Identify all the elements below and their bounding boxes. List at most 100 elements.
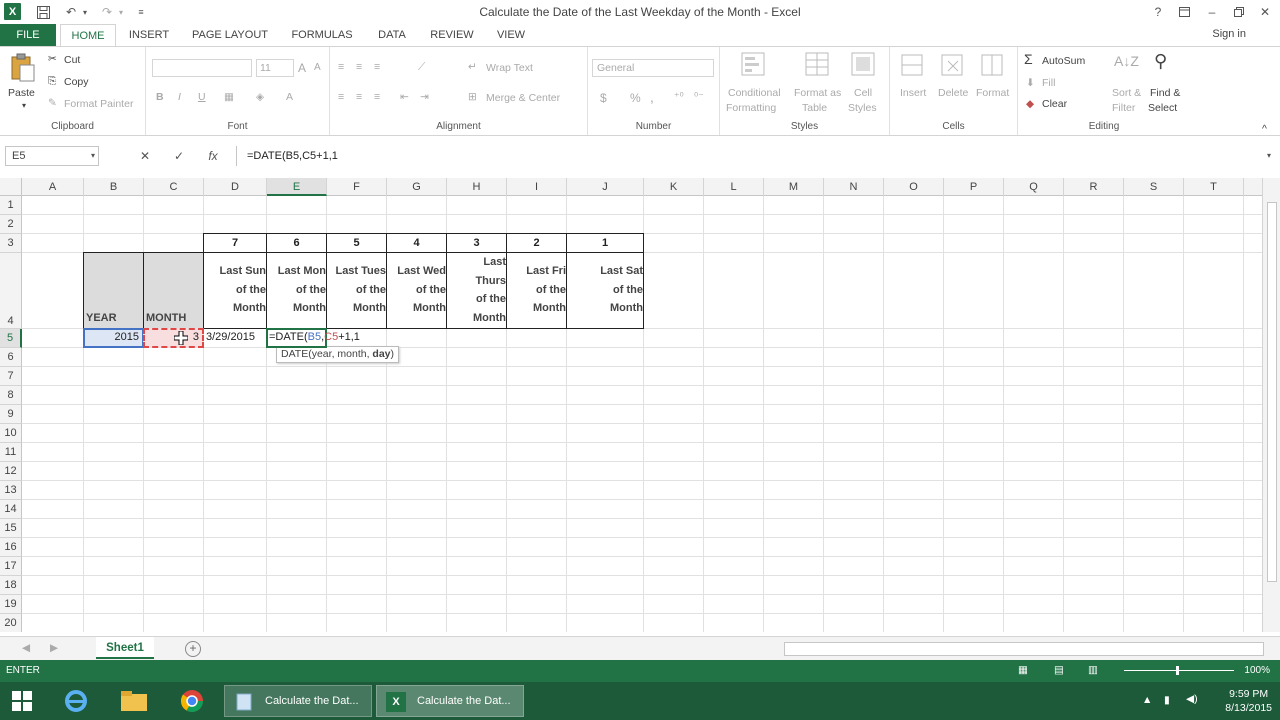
fill-button[interactable]: Fill: [1042, 77, 1055, 89]
collapse-ribbon-icon[interactable]: ^: [1262, 123, 1267, 135]
column-header-t[interactable]: T: [1184, 178, 1244, 196]
tab-formulas[interactable]: FORMULAS: [284, 24, 360, 46]
minimize-icon[interactable]: –: [1201, 2, 1223, 22]
align-left-icon[interactable]: ≡: [338, 91, 344, 103]
row-header-20[interactable]: 20: [0, 614, 22, 632]
weekday-number-cell[interactable]: 4: [386, 233, 447, 253]
column-header-r[interactable]: R: [1064, 178, 1124, 196]
align-top-icon[interactable]: ≡: [338, 61, 344, 73]
tab-view[interactable]: VIEW: [490, 24, 532, 46]
weekday-label-cell[interactable]: Last Fri of the Month: [506, 252, 567, 329]
weekday-number-cell[interactable]: 5: [326, 233, 387, 253]
weekday-label-cell[interactable]: Last Mon of the Month: [266, 252, 327, 329]
sort-filter-icon[interactable]: A↓Z: [1114, 53, 1139, 69]
customize-qat-icon[interactable]: ≡: [132, 3, 150, 21]
increase-decimal-icon[interactable]: ⁺⁰: [674, 91, 684, 103]
column-header-e[interactable]: E: [267, 178, 327, 196]
row-header-6[interactable]: 6: [0, 348, 22, 367]
expand-formula-bar-icon[interactable]: ▾: [1260, 147, 1278, 165]
page-layout-view-icon[interactable]: ▤: [1054, 664, 1064, 676]
formula-input[interactable]: =DATE(B5,C5+1,1: [236, 146, 1276, 166]
select-all-corner[interactable]: [0, 178, 22, 196]
conditional-formatting-button-2[interactable]: Formatting: [726, 102, 776, 114]
e5-active-cell[interactable]: =DATE(B5,C5+1,1: [266, 328, 360, 348]
tray-arrow-icon[interactable]: ▲: [1142, 694, 1152, 706]
column-header-a[interactable]: A: [22, 178, 84, 196]
weekday-number-cell[interactable]: 1: [566, 233, 644, 253]
row-header-18[interactable]: 18: [0, 576, 22, 595]
close-icon[interactable]: ✕: [1254, 2, 1276, 22]
row-header-17[interactable]: 17: [0, 557, 22, 576]
underline-button[interactable]: U: [198, 91, 206, 103]
column-header-k[interactable]: K: [644, 178, 704, 196]
weekday-label-cell[interactable]: Last Wed of the Month: [386, 252, 447, 329]
row-header-19[interactable]: 19: [0, 595, 22, 614]
conditional-formatting-button[interactable]: Conditional: [728, 87, 781, 99]
ribbon-display-icon[interactable]: [1173, 2, 1195, 22]
row-header-8[interactable]: 8: [0, 386, 22, 405]
year-header-cell[interactable]: YEAR: [83, 252, 144, 329]
find-select-icon[interactable]: ⚲: [1154, 51, 1167, 72]
format-as-table-icon[interactable]: [804, 51, 832, 79]
insert-cells-icon[interactable]: [900, 51, 928, 79]
column-header-d[interactable]: D: [204, 178, 267, 196]
increase-indent-icon[interactable]: ⇥: [420, 91, 429, 103]
row-header-13[interactable]: 13: [0, 481, 22, 500]
weekday-number-cell[interactable]: 3: [446, 233, 507, 253]
tab-page-layout[interactable]: PAGE LAYOUT: [186, 24, 274, 46]
fill-color-icon[interactable]: ◈: [256, 91, 264, 103]
find-select-button[interactable]: Find &: [1150, 87, 1180, 99]
column-header-b[interactable]: B: [84, 178, 144, 196]
column-header-p[interactable]: P: [944, 178, 1004, 196]
cell-styles-icon[interactable]: [850, 51, 878, 79]
font-size-dropdown[interactable]: 11: [256, 59, 294, 77]
decrease-decimal-icon[interactable]: ⁰⁻: [694, 91, 704, 103]
volume-icon[interactable]: ◀): [1186, 693, 1198, 705]
column-header-j[interactable]: J: [567, 178, 644, 196]
internet-explorer-icon[interactable]: [56, 686, 96, 716]
row-header-11[interactable]: 11: [0, 443, 22, 462]
bold-button[interactable]: B: [156, 91, 164, 103]
next-sheet-icon[interactable]: ▶: [50, 642, 58, 654]
autosum-button[interactable]: AutoSum: [1042, 55, 1085, 67]
format-as-table-button[interactable]: Format as: [794, 87, 841, 99]
year-value-cell[interactable]: 2015: [83, 328, 144, 348]
network-icon[interactable]: ▮: [1164, 694, 1170, 706]
column-header-f[interactable]: F: [327, 178, 387, 196]
tab-file[interactable]: FILE: [0, 24, 56, 46]
column-header-o[interactable]: O: [884, 178, 944, 196]
paste-dropdown-icon[interactable]: ▾: [22, 101, 26, 110]
merge-center-icon[interactable]: ⊞: [468, 91, 477, 103]
worksheet-grid[interactable]: ABCDEFGHIJKLMNOPQRST 1 2 3 4 5 6 7 8 9 10 11 12 13 14…: [0, 178, 1262, 632]
sort-filter-button[interactable]: Sort &: [1112, 87, 1141, 99]
row-header-7[interactable]: 7: [0, 367, 22, 386]
currency-button[interactable]: $: [600, 91, 607, 105]
format-painter-button[interactable]: Format Painter: [64, 98, 133, 110]
weekday-label-cell[interactable]: Last Thurs of the Month: [446, 252, 507, 329]
column-header-s[interactable]: S: [1124, 178, 1184, 196]
weekday-number-cell[interactable]: 6: [266, 233, 327, 253]
tab-data[interactable]: DATA: [370, 24, 414, 46]
windows-start-icon[interactable]: [2, 686, 42, 716]
borders-icon[interactable]: ▦: [224, 91, 234, 103]
italic-button[interactable]: I: [178, 91, 181, 103]
autosum-icon[interactable]: Σ: [1024, 51, 1033, 67]
sign-in-link[interactable]: Sign in: [1212, 28, 1246, 40]
font-color-icon[interactable]: A: [286, 91, 293, 103]
delete-cells-icon[interactable]: [940, 51, 968, 79]
help-icon[interactable]: ?: [1147, 2, 1169, 22]
cut-icon[interactable]: ✂: [48, 53, 57, 65]
paste-button[interactable]: Paste: [8, 87, 35, 99]
column-header-l[interactable]: L: [704, 178, 764, 196]
format-cells-icon[interactable]: [980, 51, 1008, 79]
align-right-icon[interactable]: ≡: [374, 91, 380, 103]
d5-cell[interactable]: 3/29/2015: [206, 329, 269, 348]
redo-dropdown-icon[interactable]: ▾: [112, 3, 130, 21]
restore-icon[interactable]: [1228, 2, 1250, 22]
conditional-formatting-icon[interactable]: [740, 51, 768, 79]
row-header-9[interactable]: 9: [0, 405, 22, 424]
tab-review[interactable]: REVIEW: [424, 24, 480, 46]
grow-font-icon[interactable]: A: [298, 61, 306, 75]
row-header-3[interactable]: 3: [0, 234, 22, 253]
cell-styles-button-2[interactable]: Styles: [848, 102, 877, 114]
